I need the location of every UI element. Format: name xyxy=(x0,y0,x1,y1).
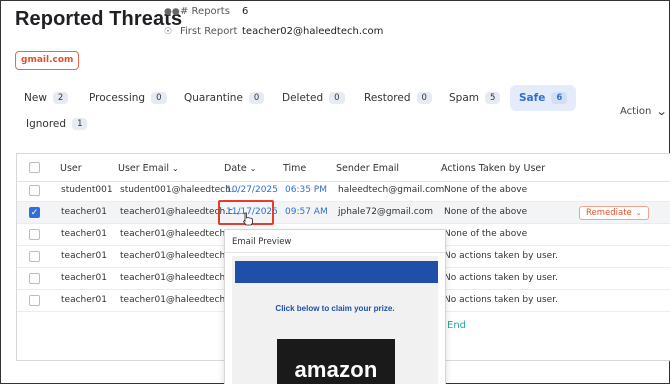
chevron-down-icon: ⌄ xyxy=(655,105,668,118)
cell-sender-email: jphale72@gmail.com xyxy=(338,207,434,217)
window-frame: Reported Threats ●● # Reports 6 ☉ First … xyxy=(0,0,670,384)
cell-time: 09:57 AM xyxy=(285,207,328,217)
row-checkbox[interactable] xyxy=(29,251,40,262)
reports-count-meta: ●● # Reports 6 xyxy=(164,6,248,17)
tab-restored[interactable]: Restored 0 xyxy=(355,85,441,111)
table-row[interactable]: student001 student001@haleedtech... 10/2… xyxy=(17,180,670,202)
tab-label: Spam xyxy=(449,92,479,104)
tab-label: Processing xyxy=(89,92,146,104)
tab-label: Safe xyxy=(519,92,546,104)
tab-count: 5 xyxy=(485,92,501,104)
cell-user: teacher01 xyxy=(61,273,107,283)
remediate-button[interactable]: Remediate ⌄ xyxy=(579,206,649,220)
tab-label: Deleted xyxy=(282,92,324,104)
action-dropdown[interactable]: Action ⌄ xyxy=(620,105,668,118)
chevron-down-icon: ⌄ xyxy=(172,164,179,173)
reports-value: 6 xyxy=(242,6,249,17)
email-preview-popup: Email Preview Click below to claim your … xyxy=(224,229,446,384)
tab-label: Quarantine xyxy=(184,92,243,104)
tab-safe[interactable]: Safe 6 xyxy=(510,85,577,111)
header-user: User xyxy=(60,163,82,174)
tab-count: 6 xyxy=(551,92,568,104)
chevron-down-icon: ⌄ xyxy=(249,164,257,173)
divider xyxy=(225,252,445,253)
cell-action: None of the above xyxy=(444,229,528,239)
tab-label: Restored xyxy=(364,92,411,104)
cell-date[interactable]: 10/27/2025 xyxy=(226,185,278,195)
cell-time: 06:35 PM xyxy=(285,185,327,195)
row-checkbox[interactable] xyxy=(29,185,40,196)
cell-user: teacher01 xyxy=(61,207,107,217)
page-title: Reported Threats xyxy=(15,8,183,30)
tab-deleted[interactable]: Deleted 0 xyxy=(273,85,354,111)
amazon-logo-text: amazon xyxy=(294,357,378,382)
tab-count: 0 xyxy=(329,92,345,104)
table-header: User User Email ⌄ Date ⌄ Time Sender Email… xyxy=(17,154,670,182)
first-report-value: teacher02@haleedtech.com xyxy=(242,26,384,37)
header-user-email[interactable]: User Email ⌄ xyxy=(118,163,179,174)
action-dropdown-label: Action xyxy=(620,106,652,117)
reports-label: # Reports xyxy=(180,6,230,17)
email-header-banner xyxy=(235,261,438,283)
domain-tag[interactable]: gmail.com xyxy=(15,51,80,70)
tab-count: 0 xyxy=(151,92,167,104)
tab-label: Ignored xyxy=(26,118,67,130)
cell-user: teacher01 xyxy=(61,251,107,261)
first-report-meta: ☉ First Report teacher02@haleedtech.com xyxy=(164,26,383,37)
cell-action: None of the above xyxy=(444,207,528,217)
header-time: Time xyxy=(283,163,307,174)
header-actions: Actions Taken by User xyxy=(441,163,546,174)
first-report-label: First Report xyxy=(180,26,238,37)
tab-count: 0 xyxy=(248,92,265,104)
chevron-down-icon: ⌄ xyxy=(635,209,642,217)
tab-count: 0 xyxy=(416,92,432,104)
row-checkbox[interactable]: ✓ xyxy=(29,207,40,218)
select-all-checkbox[interactable] xyxy=(29,162,40,173)
hand-cursor-icon xyxy=(242,212,253,226)
cell-user-email: student001@haleedtech... xyxy=(120,185,240,195)
cell-user: teacher01 xyxy=(61,295,107,305)
tab-label: New xyxy=(24,92,47,104)
tab-count: 1 xyxy=(72,118,88,130)
row-checkbox[interactable] xyxy=(29,229,40,240)
cell-user: student001 xyxy=(61,185,113,195)
tab-quarantine[interactable]: Quarantine 0 xyxy=(175,85,273,111)
row-checkbox[interactable] xyxy=(29,273,40,284)
row-checkbox[interactable] xyxy=(29,295,40,306)
tab-new[interactable]: New 2 xyxy=(15,85,77,111)
user-circle-icon: ☉ xyxy=(164,26,173,37)
end-of-list-text: End xyxy=(447,320,467,331)
email-claim-text: Click below to claim your prize. xyxy=(275,304,395,313)
email-preview-title: Email Preview xyxy=(232,237,292,247)
header-date[interactable]: Date ⌄ xyxy=(224,163,256,174)
users-icon: ●● xyxy=(164,6,180,17)
cell-user: teacher01 xyxy=(61,229,107,239)
cell-action: None of the above xyxy=(444,185,528,195)
table-row[interactable]: ✓ teacher01 teacher01@haleedtech.c... 11… xyxy=(17,202,670,224)
amazon-logo-image: amazon xyxy=(277,339,395,384)
tab-processing[interactable]: Processing 0 xyxy=(80,85,176,111)
tab-count: 2 xyxy=(52,92,69,104)
cell-action: No actions taken by user. xyxy=(444,251,558,261)
tab-spam[interactable]: Spam 5 xyxy=(440,85,509,111)
cell-action: No actions taken by user. xyxy=(444,273,558,283)
header-sender-email: Sender Email xyxy=(336,163,400,174)
email-preview-body: Click below to claim your prize. amazon xyxy=(232,256,438,384)
cell-action: No actions taken by user. xyxy=(444,295,558,305)
tab-ignored[interactable]: Ignored 1 xyxy=(17,111,96,137)
cell-sender-email: haleedtech@gmail.com xyxy=(338,185,445,195)
